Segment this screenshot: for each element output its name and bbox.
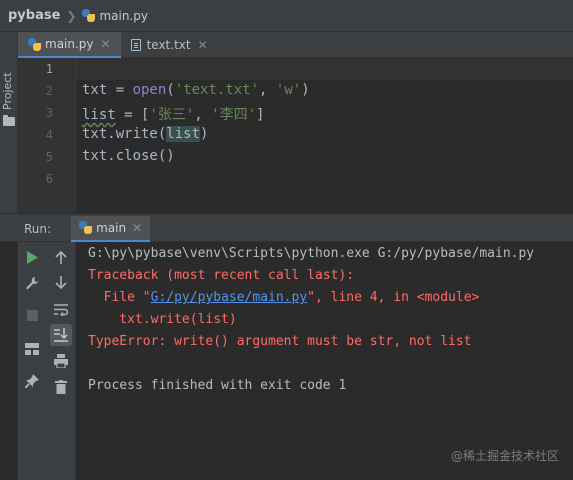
stop-icon — [26, 309, 38, 321]
wrench-icon — [26, 277, 39, 290]
python-file-icon — [28, 37, 41, 51]
console-command-line: G:\py\pybase\venv\Scripts\python.exe G:/… — [88, 246, 535, 261]
rerun-button[interactable] — [21, 246, 43, 268]
code-line-4[interactable]: txt.write(list) — [82, 126, 208, 142]
project-tool-strip: Project — [0, 32, 18, 213]
python-run-icon — [79, 221, 93, 234]
code-editor[interactable]: 1 2 3 4 5 6 txt = open('text.txt', 'w') … — [18, 58, 573, 213]
watermark: @稀土掘金技术社区 — [450, 449, 559, 463]
code-token: ) — [301, 82, 310, 98]
run-toolbar-right — [46, 242, 76, 480]
stop-button[interactable] — [21, 304, 43, 326]
editor-tab-bar: main.py ✕ text.txt ✕ — [18, 32, 573, 58]
console-exit-message: Process finished with exit code 1 — [88, 378, 347, 393]
close-icon[interactable]: ✕ — [132, 221, 142, 235]
soft-wrap-button[interactable] — [50, 298, 72, 320]
tab-main-py[interactable]: main.py ✕ — [18, 32, 121, 58]
run-panel-header: Run: main ✕ — [0, 215, 573, 242]
run-label: Run: — [24, 221, 52, 236]
breadcrumb-project[interactable]: pybase — [8, 8, 60, 23]
traceback-text: File " — [88, 290, 151, 305]
line-number: 6 — [45, 172, 53, 186]
line-number: 2 — [45, 84, 53, 98]
code-token: '李四' — [211, 107, 257, 123]
layout-button[interactable] — [21, 338, 43, 360]
folder-icon[interactable] — [3, 115, 15, 126]
tab-label: text.txt — [146, 38, 191, 52]
code-token: open — [132, 82, 167, 98]
code-token: ( — [166, 82, 175, 98]
code-token: 'w' — [275, 82, 302, 98]
python-file-icon — [82, 9, 96, 22]
code-token: ) — [200, 126, 209, 142]
scroll-down-button[interactable] — [50, 272, 72, 294]
run-tab-main[interactable]: main ✕ — [71, 215, 151, 242]
run-console-output[interactable]: G:\py\pybase\venv\Scripts\python.exe G:/… — [77, 242, 573, 480]
code-token: '张三' — [149, 107, 195, 123]
clear-all-button[interactable] — [50, 376, 72, 398]
console-traceback-code: txt.write(list) — [88, 312, 237, 327]
line-number: 3 — [45, 106, 53, 120]
console-traceback-header: Traceback (most recent call last): — [88, 268, 355, 283]
trash-icon — [55, 380, 67, 394]
play-icon — [27, 250, 38, 264]
arrow-up-icon — [55, 250, 67, 264]
line-number: 5 — [45, 150, 53, 164]
code-token: , — [259, 82, 276, 98]
scroll-up-button[interactable] — [50, 246, 72, 268]
code-line-3[interactable]: list = ['张三', '李四'] — [82, 104, 264, 124]
tab-text-txt[interactable]: text.txt ✕ — [121, 32, 218, 58]
code-line-5[interactable]: txt.close() — [82, 148, 175, 164]
print-button[interactable] — [50, 350, 72, 372]
close-icon[interactable]: ✕ — [101, 37, 111, 51]
code-token: list — [82, 107, 116, 123]
pin-icon — [25, 374, 39, 388]
scroll-to-end-icon — [54, 328, 68, 342]
breadcrumb-separator-icon: ❯ — [66, 8, 77, 23]
traceback-text: ", line 4, in <module> — [307, 290, 480, 305]
code-token: 'text.txt' — [174, 82, 260, 98]
printer-icon — [54, 354, 68, 368]
layout-icon — [25, 343, 39, 355]
scroll-to-end-button[interactable] — [50, 324, 72, 346]
arrow-down-icon — [55, 276, 67, 290]
traceback-file-link[interactable]: G:/py/pybase/main.py — [151, 290, 308, 305]
code-token: ] — [256, 107, 265, 123]
run-tab-label: main — [96, 220, 127, 235]
code-line-2[interactable]: txt = open('text.txt', 'w') — [82, 82, 310, 98]
current-line-highlight — [76, 58, 573, 80]
code-token: , — [194, 107, 212, 123]
console-traceback-file-line: File "G:/py/pybase/main.py", line 4, in … — [88, 290, 480, 305]
project-tool-button[interactable]: Project — [1, 72, 14, 110]
line-number: 1 — [45, 62, 53, 76]
code-token: list — [166, 126, 201, 142]
close-icon[interactable]: ✕ — [198, 38, 208, 52]
line-number: 4 — [45, 128, 53, 142]
tab-label: main.py — [45, 37, 94, 51]
soft-wrap-icon — [54, 303, 68, 316]
code-token: txt.close() — [82, 148, 175, 164]
code-token: txt = — [82, 82, 133, 98]
code-token: = [ — [115, 107, 150, 123]
edit-config-button[interactable] — [21, 272, 43, 294]
console-error-message: TypeError: write() argument must be str,… — [88, 334, 472, 349]
line-number-gutter: 1 2 3 4 5 6 — [18, 58, 76, 213]
run-toolbar-left — [18, 242, 46, 480]
pin-tab-button[interactable] — [21, 370, 43, 392]
text-file-icon — [130, 39, 141, 51]
navigation-bar: pybase ❯ main.py — [0, 0, 573, 32]
code-token: txt.write( — [82, 126, 167, 142]
breadcrumb-file[interactable]: main.py — [99, 9, 148, 23]
